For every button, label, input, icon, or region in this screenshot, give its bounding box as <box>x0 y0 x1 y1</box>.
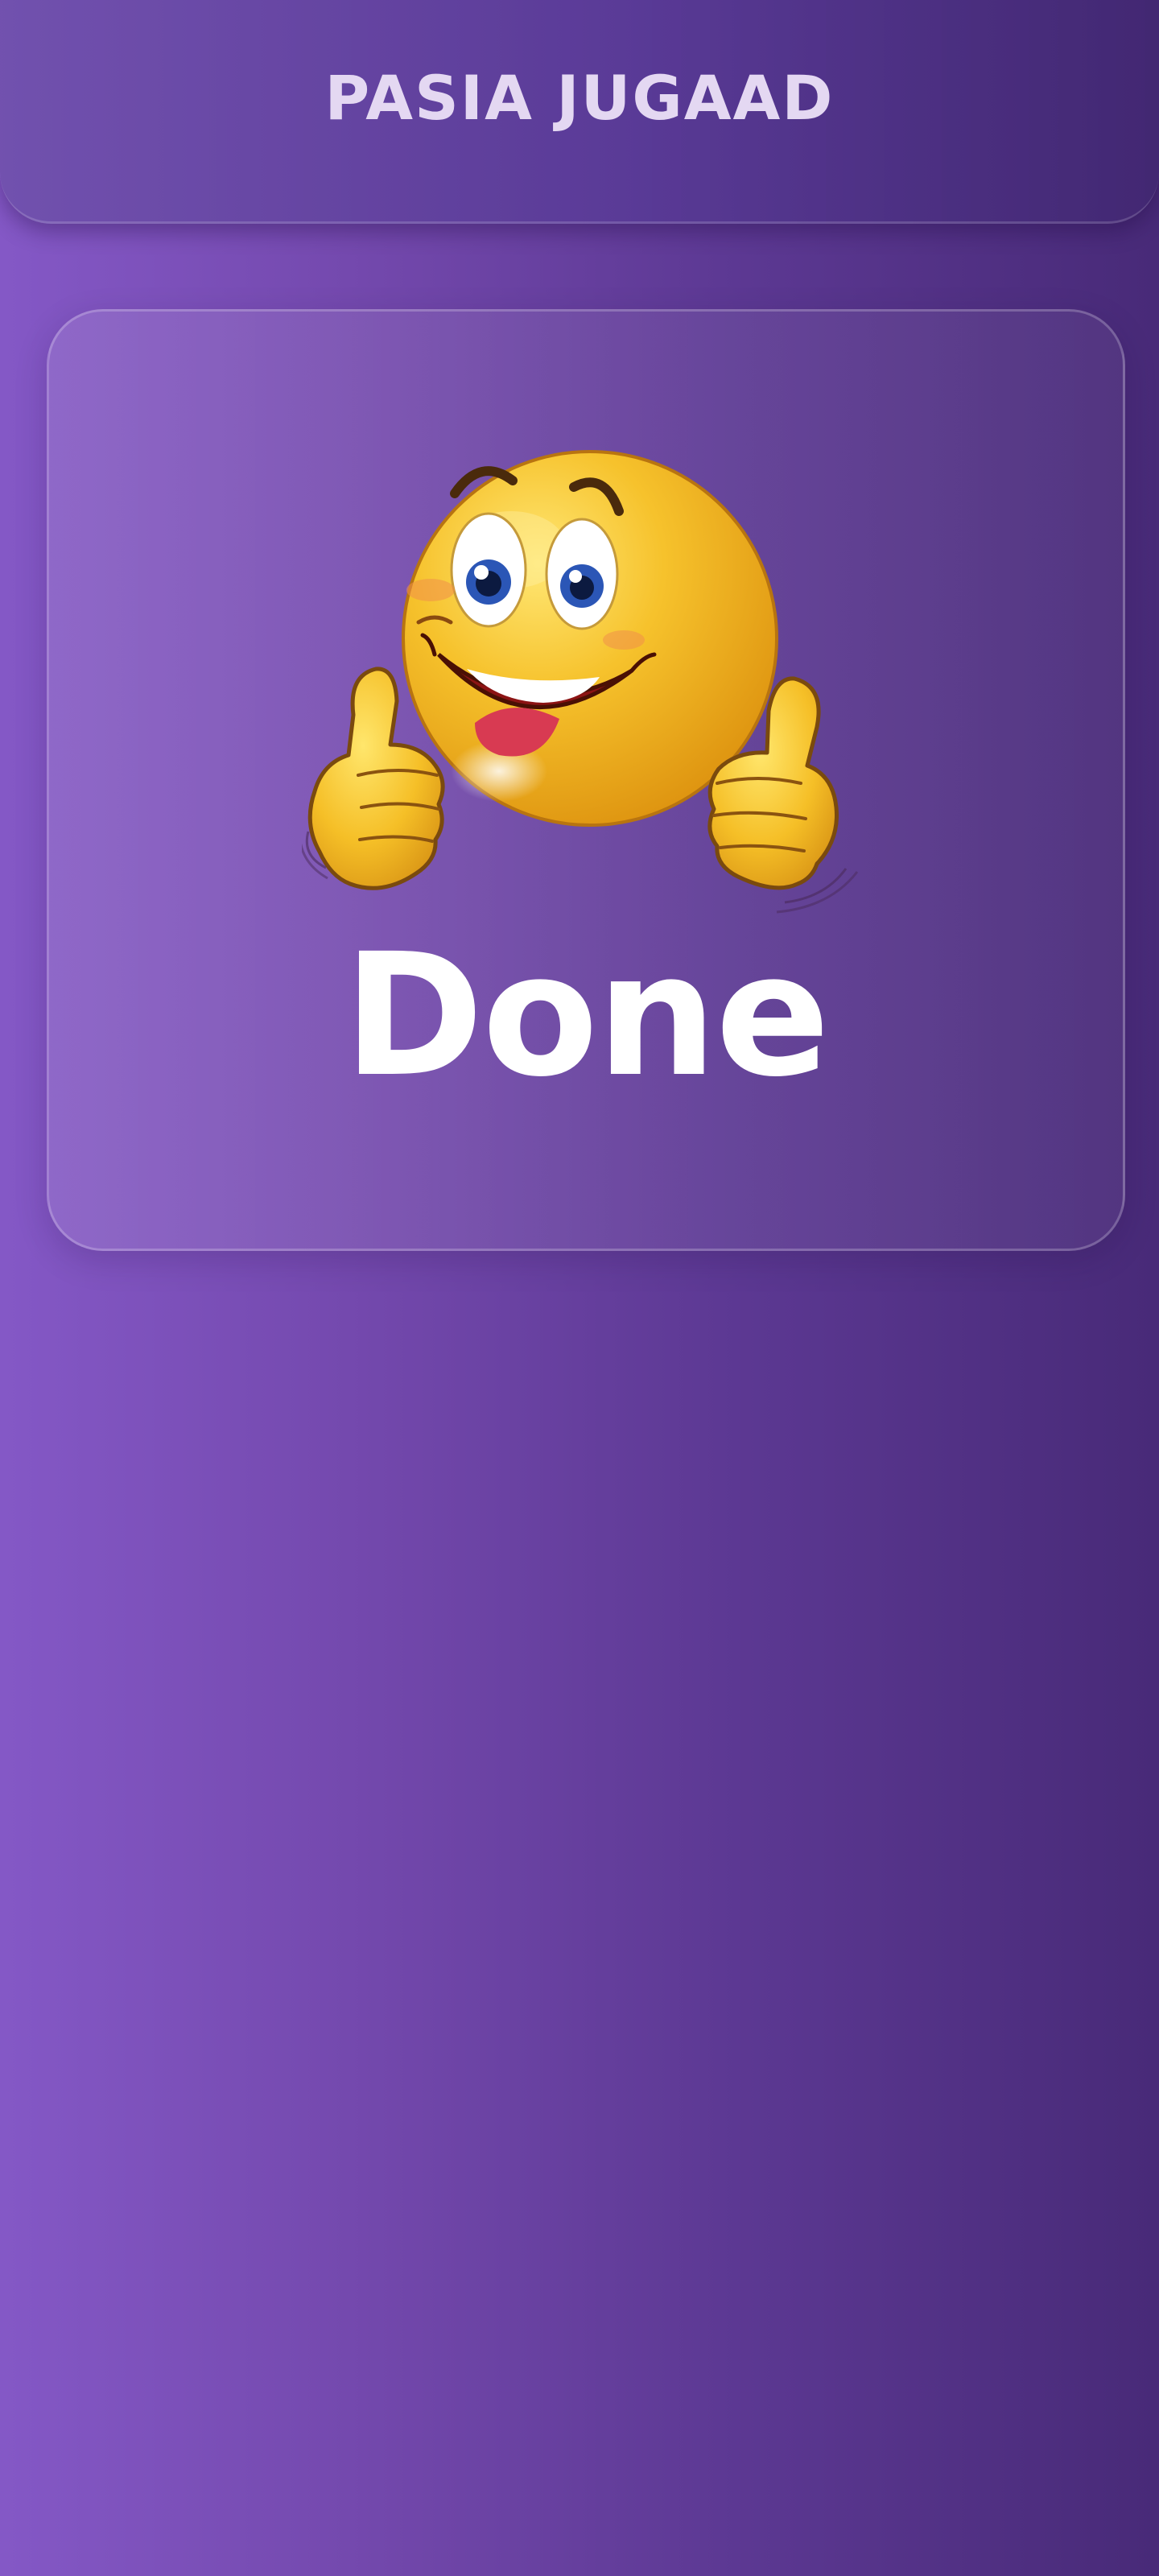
app-header: PASIA JUGAAD <box>0 0 1159 224</box>
status-text: Done <box>343 917 831 1114</box>
app-title: PASIA JUGAAD <box>324 62 835 134</box>
status-card: Done <box>47 309 1125 1251</box>
thumbs-up-smiley-icon <box>302 450 859 914</box>
